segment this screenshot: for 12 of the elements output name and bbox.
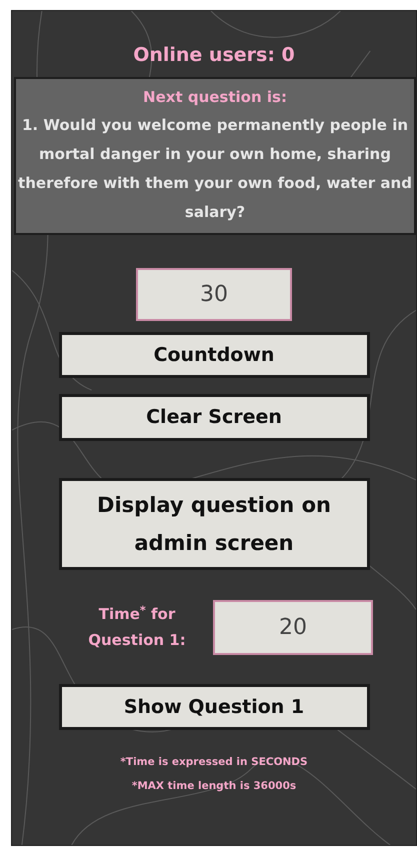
question-text: 1. Would you welcome permanently people in mortal danger in your own home, sharing therefore with them your own food, water and salary? — [17, 114, 413, 223]
time-label: Time$^{*}$ for Question 1: — [87, 602, 187, 652]
next-question-heading: Next question is: — [142, 86, 288, 108]
time-field[interactable]: 20 — [213, 600, 373, 655]
action-button[interactable]: Countdown — [58, 332, 370, 378]
show-question-button[interactable]: Show Question 1 — [58, 684, 370, 730]
countdown-field[interactable]: 30 — [136, 268, 292, 321]
footnote: *MAX time length is 36000s — [132, 779, 296, 794]
online-users-title: Online users: 0 — [132, 43, 296, 67]
action-button[interactable]: Clear Screen — [58, 394, 370, 441]
footnote: *Time is expressed in SECONDS — [120, 755, 308, 770]
action-button[interactable]: Display question on admin screen — [58, 478, 370, 570]
